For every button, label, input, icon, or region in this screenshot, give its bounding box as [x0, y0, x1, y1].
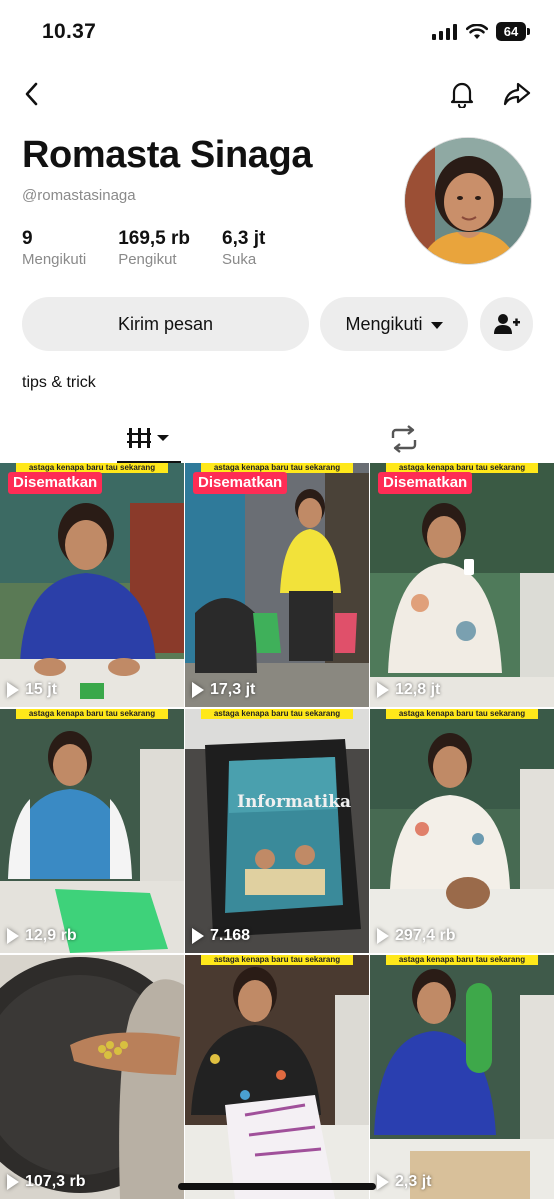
video-caption: astaga kenapa baru tau sekarang [386, 955, 538, 965]
battery-icon: 64 [496, 22, 530, 41]
send-message-button[interactable]: Kirim pesan [22, 297, 309, 351]
video-thumbnail[interactable]: 107,3 rb [0, 955, 184, 1199]
stat-followers[interactable]: 169,5 rb Pengikut [118, 228, 190, 268]
play-icon [7, 682, 19, 698]
content-tabs [0, 414, 554, 463]
play-icon [377, 682, 389, 698]
back-icon [25, 82, 38, 106]
profile-bio: tips & trick [22, 374, 96, 391]
stat-value: 6,3 jt [222, 228, 266, 249]
stat-following[interactable]: 9 Mengikuti [22, 228, 86, 268]
pinned-badge: Disematkan [193, 472, 288, 494]
video-caption: astaga kenapa baru tau sekarang [201, 709, 353, 719]
status-icons: 64 [432, 22, 530, 41]
view-count: 15 jt [7, 681, 57, 699]
video-thumbnail[interactable]: astaga kenapa baru tau sekarang Disematk… [185, 463, 369, 707]
following-button[interactable]: Mengikuti [320, 297, 468, 351]
video-caption: astaga kenapa baru tau sekarang [16, 709, 168, 719]
video-thumbnail[interactable]: astaga kenapa baru tau sekarang 2,3 jt [370, 955, 554, 1199]
battery-level: 64 [496, 22, 526, 41]
signal-icon [432, 23, 457, 40]
back-button[interactable] [16, 78, 48, 110]
play-icon [377, 928, 389, 944]
videos-grid-icon [127, 427, 169, 448]
book-title: Informatika [237, 792, 351, 812]
status-time: 10.37 [42, 20, 97, 43]
stat-value: 169,5 rb [118, 228, 191, 249]
video-caption: astaga kenapa baru tau sekarang [201, 955, 353, 965]
video-thumbnail[interactable]: Informatika astaga kenapa baru tau sekar… [185, 709, 369, 953]
avatar[interactable] [404, 137, 532, 265]
view-count: 12,8 jt [377, 681, 440, 699]
pinned-badge: Disematkan [378, 472, 473, 494]
notification-button[interactable] [446, 78, 478, 110]
stat-likes[interactable]: 6,3 jt Suka [222, 228, 265, 268]
caret-down-icon [430, 321, 443, 329]
share-icon [503, 82, 531, 106]
video-thumbnail[interactable]: astaga kenapa baru tau sekarang [185, 955, 369, 1199]
video-thumbnail[interactable]: astaga kenapa baru tau sekarang Disematk… [0, 463, 184, 707]
video-caption: astaga kenapa baru tau sekarang [386, 709, 538, 719]
view-count: 12,9 rb [7, 927, 77, 945]
play-icon [7, 928, 19, 944]
profile-name: Romasta Sinaga [22, 134, 313, 176]
repost-icon [391, 424, 417, 453]
video-thumbnail[interactable]: astaga kenapa baru tau sekarang Disematk… [370, 463, 554, 707]
stat-label: Mengikuti [22, 251, 87, 268]
stat-value: 9 [22, 228, 33, 249]
view-count: 297,4 rb [377, 927, 455, 945]
stat-label: Suka [222, 251, 257, 268]
bell-icon [450, 82, 474, 108]
view-count: 2,3 jt [377, 1173, 431, 1191]
following-label: Mengikuti [345, 313, 423, 334]
video-grid: astaga kenapa baru tau sekarang Disematk… [0, 463, 554, 1199]
play-icon [192, 928, 204, 944]
view-count: 107,3 rb [7, 1173, 85, 1191]
stat-label: Pengikut [118, 251, 177, 268]
wifi-icon [466, 23, 488, 39]
add-user-icon [493, 314, 520, 334]
status-bar: 10.37 64 [0, 0, 554, 64]
home-indicator[interactable] [178, 1183, 376, 1190]
video-thumbnail[interactable]: astaga kenapa baru tau sekarang 297,4 rb [370, 709, 554, 953]
view-count: 17,3 jt [192, 681, 255, 699]
video-thumbnail[interactable]: astaga kenapa baru tau sekarang 12,9 rb [0, 709, 184, 953]
play-icon [192, 682, 204, 698]
profile-stats: 9 Mengikuti 169,5 rb Pengikut 6,3 jt Suk… [22, 228, 297, 268]
profile-handle: @romastasinaga [22, 187, 136, 204]
tab-reposts[interactable] [372, 414, 436, 463]
play-icon [7, 1174, 19, 1190]
top-nav [0, 72, 554, 116]
view-count: 7.168 [192, 927, 250, 945]
add-friend-button[interactable] [480, 297, 533, 351]
pinned-badge: Disematkan [8, 472, 103, 494]
share-button[interactable] [500, 78, 534, 110]
tab-videos[interactable] [117, 414, 181, 463]
play-icon [377, 1174, 389, 1190]
